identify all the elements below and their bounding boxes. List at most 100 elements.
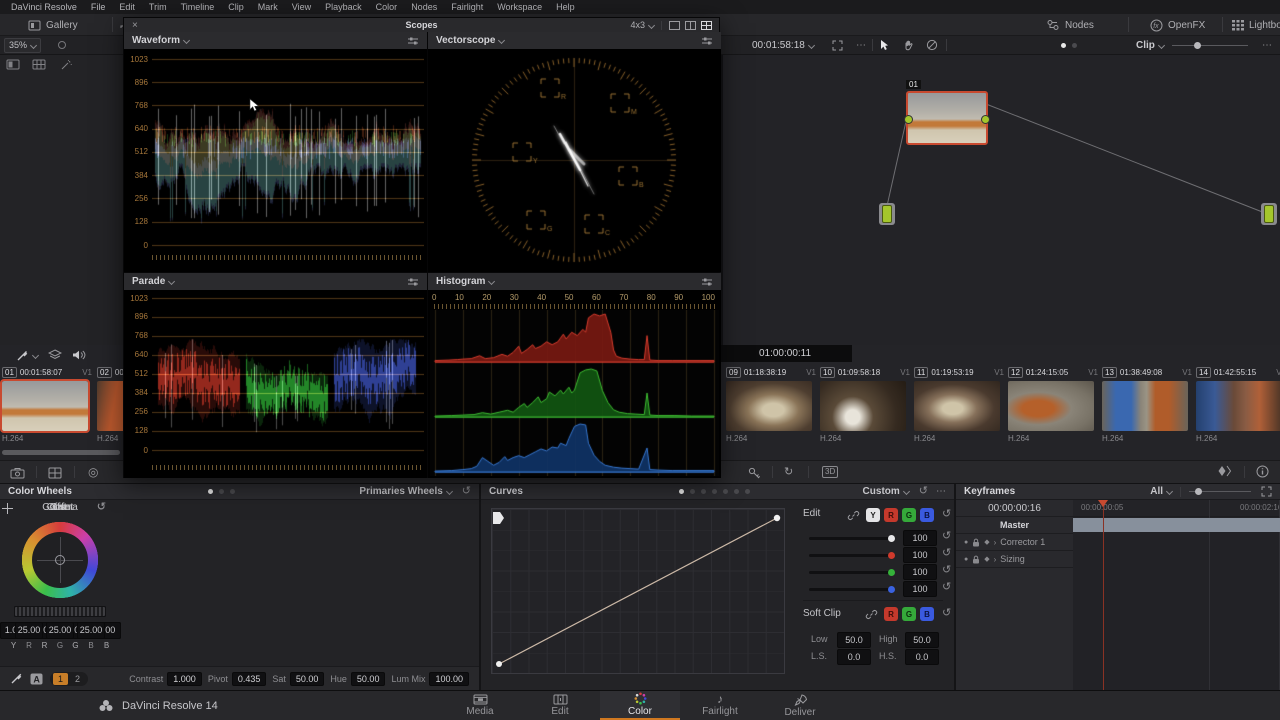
color-picker-icon[interactable] [16, 346, 38, 364]
keyframes-timeline[interactable]: 00:00:00:05 00:00:02:16 [1073, 500, 1280, 690]
grid-view-icon[interactable] [32, 59, 46, 70]
wheel-center-dot[interactable] [55, 555, 65, 565]
enable-dot-icon[interactable]: ● [964, 556, 968, 563]
clip-thumbnail[interactable] [914, 381, 1000, 431]
menu-item[interactable]: Playback [318, 2, 369, 12]
keyframes-filter-select[interactable]: All [1150, 486, 1172, 497]
play-still-icon[interactable]: ◎ [88, 465, 98, 479]
scope-name[interactable]: Histogram [436, 276, 485, 287]
timeline-scrollbar[interactable] [2, 450, 120, 455]
scope-settings-icon[interactable] [701, 36, 713, 46]
page-tab-media[interactable]: Media [440, 691, 520, 720]
field-value[interactable]: 0.435 [232, 672, 267, 686]
quad-scope-layout-icon[interactable] [701, 21, 712, 30]
wheel-page-tab[interactable]: 1 [53, 673, 68, 685]
reset-icon[interactable]: ↺ [942, 608, 951, 619]
loop-icon[interactable]: ↻ [784, 465, 793, 478]
gang-value[interactable]: 100 [903, 530, 937, 546]
softclip-hs-value[interactable]: 0.0 [905, 649, 939, 665]
close-icon[interactable]: × [132, 20, 138, 31]
expand-icon[interactable] [832, 36, 843, 54]
timeline-clip[interactable]: 1201:24:15:05V1 H.264 [1008, 365, 1100, 443]
clip-thumbnail[interactable] [1008, 381, 1094, 431]
menu-item[interactable]: View [285, 2, 318, 12]
node-view-select[interactable]: Clip [1136, 36, 1164, 54]
slider-dot[interactable] [888, 586, 895, 593]
keyframe-track-row[interactable]: ● ◆ › Sizing [956, 551, 1073, 568]
link-icon[interactable] [865, 608, 878, 621]
keyframe-nav-icon[interactable] [1218, 465, 1232, 477]
gang-value[interactable]: 100 [903, 581, 937, 597]
field-value[interactable]: 1.000 [167, 672, 202, 686]
menu-item[interactable]: Fairlight [444, 2, 490, 12]
magic-wand-icon[interactable] [60, 59, 73, 71]
gang-value[interactable]: 100 [903, 547, 937, 563]
softclip-channel-g[interactable]: G [902, 607, 916, 621]
page-tab-fairlight[interactable]: ♪ Fairlight [680, 691, 760, 720]
viewer-timecode[interactable]: 00:01:58:18 [752, 36, 814, 54]
reset-icon[interactable]: ↺ [942, 582, 951, 593]
disable-grade-icon[interactable] [926, 36, 938, 54]
scope-settings-icon[interactable] [407, 36, 419, 46]
keyframes-playhead[interactable] [1103, 500, 1104, 690]
lock-icon[interactable] [972, 555, 980, 564]
enable-dot-icon[interactable]: ● [964, 539, 968, 546]
gang-slider[interactable] [809, 537, 893, 540]
reset-icon[interactable]: ↺ [942, 565, 951, 576]
node-output-dot[interactable] [981, 115, 990, 124]
panel-options-icon[interactable]: ⋯ [936, 486, 946, 497]
keyframe-track-row[interactable]: ● ◆ › Corrector 1 [956, 534, 1073, 551]
keyframes-zoom-slider[interactable] [1189, 491, 1251, 492]
link-icon[interactable] [847, 509, 860, 522]
reset-icon[interactable]: ↺ [97, 502, 106, 513]
curve-channel-r[interactable]: R [884, 508, 898, 522]
scope-name[interactable]: Waveform [132, 35, 180, 46]
expand-icon[interactable] [1261, 486, 1272, 497]
single-scope-layout-icon[interactable] [669, 21, 680, 30]
layers-icon[interactable] [48, 346, 62, 364]
softclip-high-value[interactable]: 50.0 [905, 632, 939, 648]
slider-dot[interactable] [888, 552, 895, 559]
slider-dot[interactable] [888, 535, 895, 542]
timeline-clip[interactable]: 0901:18:38:19V1 H.264 [726, 365, 818, 443]
menu-item[interactable]: Mark [251, 2, 285, 12]
key-icon[interactable] [748, 467, 761, 479]
softclip-low-value[interactable]: 50.0 [837, 632, 871, 648]
dual-scope-layout-icon[interactable] [685, 21, 696, 30]
gang-slider[interactable] [809, 571, 893, 574]
field-value[interactable]: 50.00 [351, 672, 386, 686]
reset-icon[interactable]: ↺ [942, 509, 951, 520]
auto-color-icon[interactable]: A [30, 673, 43, 685]
scopes-header[interactable]: × Scopes 4x3 [124, 18, 719, 32]
clip-thumbnail[interactable] [820, 381, 906, 431]
softclip-channel-r[interactable]: R [884, 607, 898, 621]
reset-icon[interactable]: ↺ [942, 548, 951, 559]
menu-item[interactable]: Timeline [174, 2, 222, 12]
stills-view-icon[interactable] [6, 59, 20, 70]
curves-mode-select[interactable]: Custom [863, 486, 909, 497]
clip-thumbnail[interactable] [1102, 381, 1188, 431]
timeline-clip[interactable]: 1401:42:55:15V1 H.264 [1196, 365, 1280, 443]
chevron-right-icon[interactable]: › [994, 555, 997, 564]
page-tab-color[interactable]: Color [600, 691, 680, 720]
curve-handle[interactable] [493, 512, 504, 524]
node-thumbnail[interactable] [906, 91, 988, 145]
menu-item[interactable]: Edit [112, 2, 142, 12]
master-wheel[interactable] [14, 606, 106, 617]
node-input-dot[interactable] [904, 115, 913, 124]
audio-mute-icon[interactable] [72, 346, 86, 364]
panel-pagination-dots[interactable] [205, 486, 238, 497]
page-tab-deliver[interactable]: Deliver [760, 691, 840, 720]
scope-settings-icon[interactable] [407, 277, 419, 287]
clip-thumbnail[interactable] [2, 381, 88, 431]
menu-item[interactable]: Nodes [404, 2, 444, 12]
zoom-level-select[interactable]: 35% [4, 36, 41, 54]
menu-item[interactable]: Color [369, 2, 405, 12]
field-value[interactable]: 100.00 [429, 672, 469, 686]
gang-slider[interactable] [809, 588, 893, 591]
field-value[interactable]: 50.00 [290, 672, 325, 686]
wheel-value[interactable]: 25.00 [77, 622, 105, 639]
corrector-node[interactable]: 01 [906, 79, 988, 145]
grab-still-icon[interactable] [10, 467, 25, 479]
node-graph[interactable]: 01 [723, 55, 1280, 345]
